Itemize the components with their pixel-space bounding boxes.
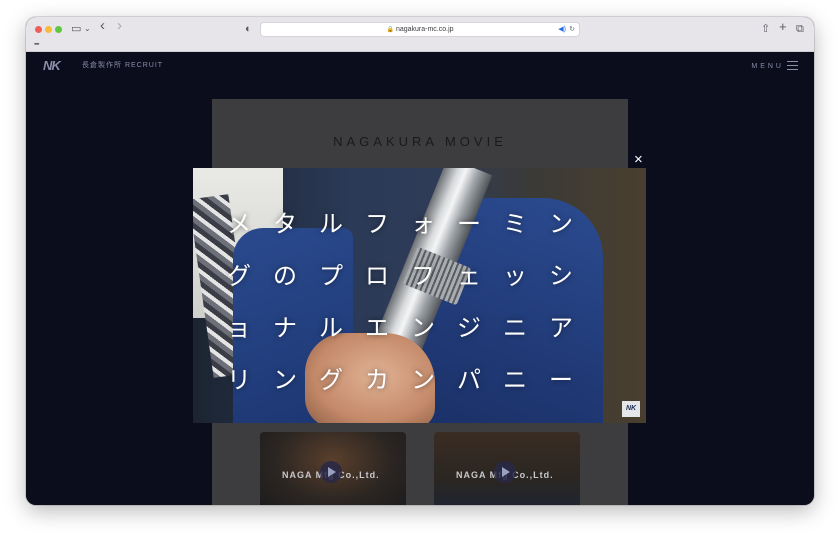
audio-icon[interactable]: ◀) xyxy=(558,24,566,36)
video-caption-line: リングカンパニー xyxy=(227,366,595,394)
chevron-down-icon[interactable]: ⌄ xyxy=(84,22,91,36)
browser-window: ▭ ⌄ ‹ › ◐ 🔒 nagakura-mc.co.jp ◀) ↻ ⇧ + ⧉ … xyxy=(26,17,814,505)
forward-icon[interactable]: › xyxy=(117,18,122,33)
page-content: NK 長倉製作所 RECRUIT MENU NAGAKURA MOVIE NAG… xyxy=(26,52,814,505)
grid-icon[interactable]: ▪▪▪ xyxy=(34,41,40,48)
reload-icon[interactable]: ↻ xyxy=(569,24,575,36)
address-text: 🔒 nagakura-mc.co.jp xyxy=(261,24,579,36)
site-logo[interactable]: NK xyxy=(43,59,75,73)
back-icon[interactable]: ‹ xyxy=(100,18,105,33)
privacy-icon[interactable]: ◐ xyxy=(245,22,252,36)
video-thumbnail-1[interactable]: NAGA Mfg Co.,Ltd. xyxy=(260,432,406,505)
browser-toolbar: ▭ ⌄ ‹ › ◐ 🔒 nagakura-mc.co.jp ◀) ↻ ⇧ + ⧉ … xyxy=(26,17,814,52)
site-name[interactable]: 長倉製作所 RECRUIT xyxy=(82,61,163,71)
video-thumbnail-2[interactable]: NAGA Mfg Co.,Ltd. xyxy=(434,432,580,505)
play-icon[interactable] xyxy=(320,461,342,483)
tab-overview-icon[interactable]: ⧉ xyxy=(796,22,804,36)
url-value: nagakura-mc.co.jp xyxy=(395,26,454,33)
menu-label[interactable]: MENU xyxy=(751,62,784,72)
video-caption-line: グのプロフェッシ xyxy=(227,262,595,290)
movie-section-title: NAGAKURA MOVIE xyxy=(333,134,507,149)
hamburger-menu-icon[interactable] xyxy=(787,61,798,70)
play-icon[interactable] xyxy=(494,461,516,483)
video-player[interactable]: メタルフォーミン グのプロフェッシ ョナルエンジニア リングカンパニー NK xyxy=(193,168,646,423)
lock-icon: 🔒 xyxy=(386,27,394,33)
video-caption-line: ョナルエンジニア xyxy=(227,314,595,342)
share-icon[interactable]: ⇧ xyxy=(761,22,770,36)
close-modal-button[interactable]: × xyxy=(634,152,643,167)
address-bar[interactable]: 🔒 nagakura-mc.co.jp ◀) ↻ xyxy=(260,22,580,37)
video-caption-line: メタルフォーミン xyxy=(227,210,595,238)
minimize-window-button[interactable] xyxy=(45,26,52,33)
new-tab-icon[interactable]: + xyxy=(779,20,787,34)
video-caption: メタルフォーミン グのプロフェッシ ョナルエンジニア リングカンパニー xyxy=(227,198,617,406)
close-window-button[interactable] xyxy=(35,26,42,33)
video-watermark-logo: NK xyxy=(622,401,640,417)
zoom-window-button[interactable] xyxy=(55,26,62,33)
sidebar-toggle-icon[interactable]: ▭ xyxy=(71,22,81,36)
